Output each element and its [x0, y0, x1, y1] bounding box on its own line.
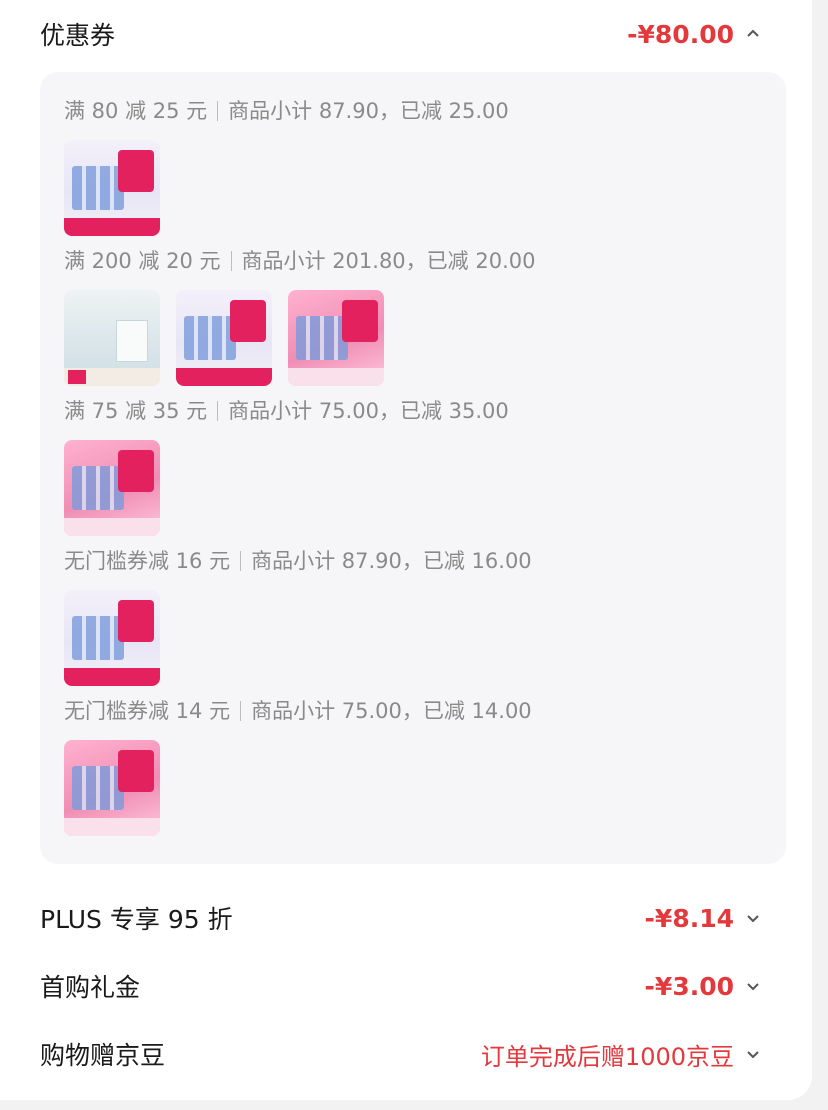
- plus-discount-value: -¥8.14: [644, 903, 734, 933]
- product-thumbs: [64, 440, 160, 536]
- product-image[interactable]: [64, 590, 160, 686]
- chevron-down-icon[interactable]: [742, 1043, 764, 1065]
- coupon-group-title: 满 200 减 20 元商品小计 201.80，已减 20.00: [64, 245, 535, 275]
- coupon-summary: 商品小计 75.00，已减 14.00: [251, 699, 532, 723]
- plus-discount-row[interactable]: PLUS 专享 95 折 -¥8.14: [40, 898, 764, 938]
- product-thumbs: [64, 140, 160, 236]
- coupon-amount: -¥80.00: [627, 19, 734, 49]
- discount-card: 优惠券 -¥80.00 满 80 减 25 元商品小计 87.90，已减 25.…: [0, 0, 812, 1100]
- divider: [240, 551, 242, 571]
- chevron-down-icon[interactable]: [742, 975, 764, 997]
- divider: [230, 251, 232, 271]
- chevron-down-icon[interactable]: [742, 907, 764, 929]
- product-image[interactable]: [64, 740, 160, 836]
- coupon-rule: 满 200 减 20 元: [64, 249, 221, 273]
- coupon-summary: 商品小计 87.90，已减 25.00: [228, 99, 509, 123]
- first-purchase-title: 首购礼金: [40, 973, 141, 1002]
- coupon-summary: 商品小计 75.00，已减 35.00: [228, 399, 509, 423]
- coupon-summary: 商品小计 87.90，已减 16.00: [251, 549, 532, 573]
- coupon-summary: 商品小计 201.80，已减 20.00: [241, 249, 536, 273]
- first-purchase-value: -¥3.00: [644, 971, 734, 1001]
- product-image[interactable]: [176, 290, 272, 386]
- product-image[interactable]: [288, 290, 384, 386]
- plus-discount-value-group[interactable]: -¥8.14: [645, 904, 764, 933]
- coupon-rule: 无门槛券减 16 元: [64, 549, 231, 573]
- chevron-up-icon[interactable]: [742, 23, 764, 45]
- product-thumbs: [64, 740, 160, 836]
- first-purchase-value-group[interactable]: -¥3.00: [645, 972, 764, 1001]
- divider: [240, 701, 242, 721]
- jingdou-title: 购物赠京豆: [40, 1041, 166, 1070]
- coupon-group-title: 无门槛券减 14 元商品小计 75.00，已减 14.00: [64, 695, 532, 725]
- product-thumbs: [64, 590, 160, 686]
- coupon-group-title: 满 75 减 35 元商品小计 75.00，已减 35.00: [64, 395, 509, 425]
- divider: [217, 401, 219, 421]
- product-thumbs: [64, 290, 384, 386]
- coupon-rule: 满 75 减 35 元: [64, 399, 208, 423]
- coupon-rule: 满 80 减 25 元: [64, 99, 208, 123]
- first-purchase-row[interactable]: 首购礼金 -¥3.00: [40, 966, 764, 1006]
- coupon-group-title: 无门槛券减 16 元商品小计 87.90，已减 16.00: [64, 545, 532, 575]
- divider: [217, 101, 219, 121]
- coupon-title: 优惠券: [40, 21, 116, 50]
- product-image[interactable]: [64, 440, 160, 536]
- product-image[interactable]: [64, 290, 160, 386]
- coupon-group-title: 满 80 减 25 元商品小计 87.90，已减 25.00: [64, 95, 509, 125]
- plus-discount-title: PLUS 专享 95 折: [40, 905, 233, 934]
- coupon-rule: 无门槛券减 14 元: [64, 699, 231, 723]
- jingdou-value-group[interactable]: 订单完成后赠1000京豆: [481, 1037, 764, 1072]
- product-image[interactable]: [64, 140, 160, 236]
- jingdou-value: 订单完成后赠1000京豆: [480, 1042, 734, 1071]
- jingdou-row[interactable]: 购物赠京豆 订单完成后赠1000京豆: [40, 1034, 764, 1074]
- coupon-header[interactable]: 优惠券 -¥80.00: [40, 14, 764, 54]
- coupon-amount-group[interactable]: -¥80.00: [627, 20, 764, 49]
